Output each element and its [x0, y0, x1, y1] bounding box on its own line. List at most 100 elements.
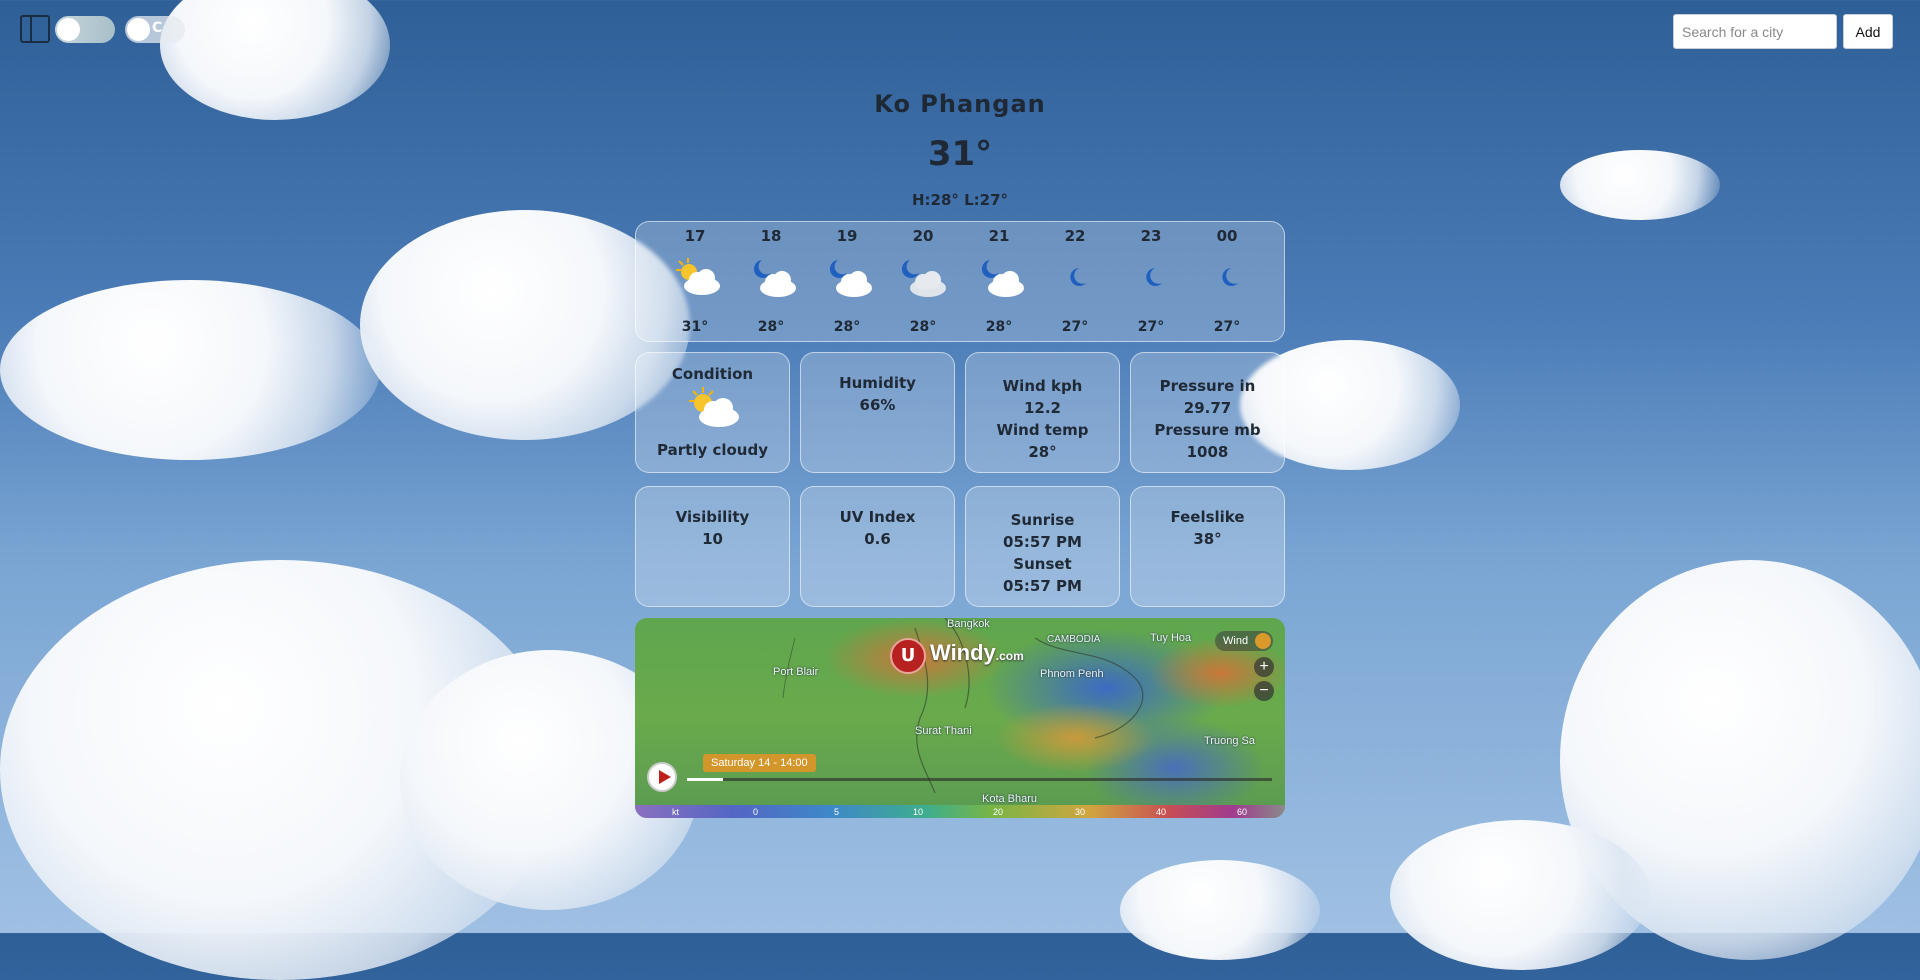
map-place-label: Kota Bharu: [982, 793, 1038, 805]
visibility-label: Visibility: [675, 508, 750, 526]
sunrise-label: Sunrise: [1010, 511, 1075, 529]
pressure-card: Pressure in 29.77 Pressure mb 1008: [1130, 352, 1285, 473]
scale-tick: 60: [1237, 807, 1248, 817]
timeline-progress: [687, 778, 723, 781]
timeline-slider[interactable]: [687, 778, 1272, 781]
time-badge: Saturday 14 - 14:00: [703, 754, 816, 772]
visibility-card: Visibility 10: [635, 486, 790, 607]
windy-logo-icon[interactable]: [890, 638, 926, 674]
scale-unit: kt: [672, 807, 680, 817]
pressure-in-value: 29.77: [1183, 399, 1232, 417]
wind-card: Wind kph 12.2 Wind temp 28°: [965, 352, 1120, 473]
current-temperature: 31°: [927, 134, 993, 174]
condition-card: Condition Partly cloudy: [635, 352, 790, 473]
toggle-knob: [57, 18, 80, 41]
hourly-item: 17 31°: [657, 222, 733, 343]
windy-brand-name: Windy: [930, 640, 996, 665]
hourly-hour: 22: [1064, 227, 1086, 245]
feelslike-card: Feelslike 38°: [1130, 486, 1285, 607]
hourly-hour: 20: [912, 227, 934, 245]
scale-tick: 20: [993, 807, 1004, 817]
humidity-card: Humidity 66%: [800, 352, 955, 473]
wind-kph-value: 12.2: [1023, 399, 1061, 417]
wind-layer-label: Wind: [1223, 635, 1249, 647]
hourly-item: 19 28°: [809, 222, 885, 343]
hourly-temp: 27°: [1137, 319, 1165, 335]
map-place-label: Port Blair: [773, 666, 819, 678]
zoom-in-button[interactable]: +: [1254, 657, 1274, 677]
map-place-label: Surat Thani: [915, 725, 972, 737]
map-place-label: Truong Sa: [1204, 735, 1255, 747]
sunrise-value: 05:57 PM: [1003, 533, 1082, 551]
partly-cloudy-night-icon: [981, 260, 1024, 297]
pressure-mb-value: 1008: [1186, 443, 1229, 461]
hourly-hour: 23: [1140, 227, 1162, 245]
map-place-label: Bangkok: [947, 618, 990, 630]
hourly-item: 00 27°: [1189, 222, 1265, 343]
moon-icon: [1146, 268, 1162, 286]
hourly-hour: 18: [760, 227, 782, 245]
play-icon[interactable]: [647, 762, 677, 792]
wind-layer-icon: [1255, 633, 1271, 649]
hourly-temp: 27°: [1213, 319, 1241, 335]
hourly-temp: 28°: [909, 319, 937, 335]
hourly-hour: 21: [988, 227, 1010, 245]
uv-label: UV Index: [839, 508, 916, 526]
partly-cloudy-night-icon: [829, 260, 872, 297]
scale-tick: 30: [1075, 807, 1086, 817]
sunset-label: Sunset: [1013, 555, 1072, 573]
partly-cloudy-sun-icon: [676, 258, 720, 295]
sun-card: Sunrise 05:57 PM Sunset 05:57 PM: [965, 486, 1120, 607]
high-low: H:28° L:27°: [911, 191, 1009, 209]
hourly-item: 22 27°: [1037, 222, 1113, 343]
hourly-temp: 28°: [985, 319, 1013, 335]
condition-value: Partly cloudy: [657, 441, 768, 459]
zoom-out-button[interactable]: −: [1254, 681, 1274, 701]
scale-tick: 10: [913, 807, 924, 817]
map-place-label: Tuy Hoa: [1150, 632, 1192, 644]
wind-temp-value: 28°: [1028, 443, 1057, 461]
visibility-value: 10: [702, 530, 723, 548]
hourly-item: 21 28°: [961, 222, 1037, 343]
hourly-forecast: 17 31° 18 28° 19 28° 20 28° 21 28° 22 27° 23 27° 00 27°: [635, 221, 1285, 342]
moon-icon: [1070, 268, 1086, 286]
hourly-item: 23 27°: [1113, 222, 1189, 343]
partly-cloudy-sun-icon: [688, 387, 739, 427]
hourly-hour: 00: [1216, 227, 1238, 245]
humidity-label: Humidity: [839, 374, 916, 392]
windy-brand[interactable]: Windy.com: [930, 640, 1024, 666]
unit-toggle-label: C: [152, 20, 163, 36]
scale-tick: 40: [1156, 807, 1167, 817]
city-search-input[interactable]: [1673, 14, 1837, 49]
scale-tick: 5: [834, 807, 840, 817]
sidebar-toggle-icon[interactable]: [20, 15, 50, 43]
hourly-temp: 27°: [1061, 319, 1089, 335]
add-city-button[interactable]: Add: [1843, 14, 1893, 49]
hourly-temp: 28°: [833, 319, 861, 335]
hourly-hour: 19: [836, 227, 858, 245]
hourly-hour: 17: [684, 227, 706, 245]
wind-temp-label: Wind temp: [996, 421, 1089, 439]
condition-label: Condition: [671, 365, 754, 383]
hourly-item: 20 28°: [885, 222, 961, 343]
partly-cloudy-night-icon: [753, 260, 796, 297]
humidity-value: 66%: [859, 396, 896, 414]
windy-brand-suffix: .com: [995, 649, 1024, 663]
windy-map[interactable]: Bangkok CAMBODIA Tuy Hoa Port Blair Phno…: [635, 618, 1285, 818]
map-place-label: Phnom Penh: [1040, 668, 1104, 680]
feelslike-label: Feelslike: [1170, 508, 1245, 526]
toggle-knob: [127, 18, 150, 41]
wind-kph-label: Wind kph: [1002, 377, 1083, 395]
city-name: Ko Phangan: [874, 90, 1046, 118]
hourly-temp: 28°: [757, 319, 785, 335]
wind-scale-bar: kt 0 5 10 20 30 40 60: [635, 805, 1285, 818]
pressure-mb-label: Pressure mb: [1154, 421, 1261, 439]
map-place-label: CAMBODIA: [1047, 634, 1101, 645]
scale-tick: 0: [753, 807, 759, 817]
wind-layer-selector[interactable]: Wind: [1215, 631, 1273, 651]
feelslike-value: 38°: [1193, 530, 1222, 548]
unit-toggle[interactable]: C: [125, 16, 185, 43]
theme-toggle[interactable]: [55, 16, 115, 43]
hourly-temp: 31°: [681, 319, 709, 335]
uv-card: UV Index 0.6: [800, 486, 955, 607]
